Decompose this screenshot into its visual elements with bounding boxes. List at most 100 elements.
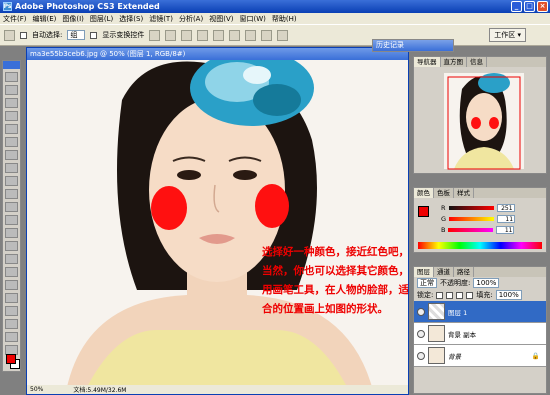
brush-tool-icon[interactable] <box>5 163 18 173</box>
workspace-button[interactable]: 工作区 ▾ <box>489 28 526 42</box>
opacity-label: 不透明度: <box>440 279 471 287</box>
window-title: Adobe Photoshop CS3 Extended <box>15 2 160 11</box>
tab-histogram[interactable]: 直方图 <box>441 57 467 67</box>
move-tool-icon[interactable] <box>4 29 15 41</box>
eyedropper-tool-icon[interactable] <box>5 319 18 329</box>
layer-name: 背景 <box>448 352 461 361</box>
distribute-middle-icon[interactable] <box>261 29 273 41</box>
clone-stamp-tool-icon[interactable] <box>5 176 18 186</box>
align-bottom-icon[interactable] <box>181 29 193 41</box>
hand-tool-icon[interactable] <box>5 332 18 342</box>
photoshop-logo-icon: Ps <box>3 2 12 11</box>
tab-paths[interactable]: 路径 <box>454 267 474 277</box>
window-controls: _ □ × <box>511 1 548 12</box>
move-tool-icon[interactable] <box>5 72 18 82</box>
type-tool-icon[interactable] <box>5 267 18 277</box>
green-value[interactable]: 11 <box>497 214 516 223</box>
align-middle-icon[interactable] <box>165 29 177 41</box>
blend-mode-dropdown[interactable]: 正常 <box>417 278 437 288</box>
menu-analysis[interactable]: 分析(A) <box>179 14 203 24</box>
lasso-tool-icon[interactable] <box>5 98 18 108</box>
opacity-input[interactable]: 100% <box>473 278 500 288</box>
menu-view[interactable]: 视图(V) <box>209 14 233 24</box>
healing-brush-tool-icon[interactable] <box>5 150 18 160</box>
history-brush-tool-icon[interactable] <box>5 189 18 199</box>
color-foreground-swatch[interactable] <box>418 206 429 217</box>
eye-icon[interactable] <box>417 307 425 316</box>
show-transform-checkbox[interactable] <box>90 31 98 39</box>
blur-tool-icon[interactable] <box>5 228 18 238</box>
menu-window[interactable]: 窗口(W) <box>239 14 265 24</box>
tab-navigator[interactable]: 导航器 <box>414 57 441 67</box>
lock-position-icon[interactable] <box>456 291 464 299</box>
lock-all-icon[interactable] <box>466 291 474 299</box>
auto-select-dropdown[interactable]: 组 <box>67 30 86 40</box>
canvas[interactable]: 选择好一种颜色，接近红色吧，当然，你也可以选择其它颜色，用画笔工具，在人物的脸部… <box>27 60 408 387</box>
document-title: ma3e55b3ceb6.jpg @ 50% (图层 1, RGB/8#) <box>30 50 186 58</box>
maximize-button[interactable]: □ <box>524 1 535 12</box>
menu-layer[interactable]: 图层(L) <box>90 14 113 24</box>
color-spectrum-bar[interactable] <box>418 242 542 249</box>
document-info[interactable]: 文档:5.49M/32.6M <box>73 385 126 394</box>
marquee-tool-icon[interactable] <box>5 85 18 95</box>
tab-color[interactable]: 颜色 <box>414 188 434 198</box>
red-slider[interactable] <box>448 205 494 210</box>
menu-bar: 文件(F) 编辑(E) 图像(I) 图层(L) 选择(S) 滤镜(T) 分析(A… <box>0 13 550 24</box>
tab-styles[interactable]: 样式 <box>454 188 474 198</box>
tab-layers[interactable]: 图层 <box>414 267 434 277</box>
green-slider[interactable] <box>449 216 495 221</box>
align-right-icon[interactable] <box>229 29 241 41</box>
align-left-icon[interactable] <box>197 29 209 41</box>
lock-icon: 🔒 <box>531 351 540 360</box>
eye-icon[interactable] <box>417 329 425 338</box>
history-panel: 历史记录 <box>372 39 454 52</box>
auto-select-checkbox[interactable] <box>20 31 27 39</box>
align-top-icon[interactable] <box>149 29 161 41</box>
toolbox-header[interactable] <box>3 61 20 69</box>
history-panel-title[interactable]: 历史记录 <box>373 40 453 51</box>
menu-edit[interactable]: 编辑(E) <box>33 14 57 24</box>
menu-help[interactable]: 帮助(H) <box>272 14 297 24</box>
close-button[interactable]: × <box>537 1 548 12</box>
foreground-color-swatch[interactable] <box>6 354 16 364</box>
blue-value[interactable]: 11 <box>496 225 515 234</box>
red-value[interactable]: 251 <box>496 203 515 212</box>
navigator-preview[interactable] <box>414 67 546 173</box>
lock-transparency-icon[interactable] <box>436 291 444 299</box>
tab-swatches[interactable]: 色板 <box>434 188 454 198</box>
zoom-level[interactable]: 50% <box>30 386 43 393</box>
menu-filter[interactable]: 滤镜(T) <box>149 14 173 24</box>
crop-tool-icon[interactable] <box>5 124 18 134</box>
align-center-icon[interactable] <box>213 29 225 41</box>
path-selection-tool-icon[interactable] <box>5 280 18 290</box>
eye-icon[interactable] <box>417 351 425 360</box>
gradient-tool-icon[interactable] <box>5 215 18 225</box>
dodge-tool-icon[interactable] <box>5 241 18 251</box>
layer-row-background-copy[interactable]: 背景 副本 <box>414 323 546 345</box>
tab-channels[interactable]: 通道 <box>434 267 454 277</box>
magic-wand-tool-icon[interactable] <box>5 111 18 121</box>
lock-pixels-icon[interactable] <box>446 291 454 299</box>
fill-input[interactable]: 100% <box>495 290 522 300</box>
slice-tool-icon[interactable] <box>5 137 18 147</box>
blue-slider[interactable] <box>448 227 494 232</box>
toolbox <box>2 60 21 372</box>
pen-tool-icon[interactable] <box>5 254 18 264</box>
menu-file[interactable]: 文件(F) <box>3 14 27 24</box>
distribute-top-icon[interactable] <box>245 29 257 41</box>
shape-tool-icon[interactable] <box>5 293 18 303</box>
document-title-bar[interactable]: ma3e55b3ceb6.jpg @ 50% (图层 1, RGB/8#) <box>27 48 408 60</box>
minimize-button[interactable]: _ <box>511 1 522 12</box>
layer-row-background[interactable]: 背景 🔒 <box>414 345 546 367</box>
document-status-bar: 50% 文档:5.49M/32.6M <box>27 385 408 394</box>
layer-thumbnail <box>428 303 445 320</box>
red-channel-row: R 251 <box>438 202 515 213</box>
menu-select[interactable]: 选择(S) <box>119 14 143 24</box>
tab-info[interactable]: 信息 <box>467 57 487 67</box>
layer-row-layer1[interactable]: 图层 1 <box>414 301 546 323</box>
eraser-tool-icon[interactable] <box>5 202 18 212</box>
menu-image[interactable]: 图像(I) <box>62 14 84 24</box>
distribute-bottom-icon[interactable] <box>277 29 289 41</box>
notes-tool-icon[interactable] <box>5 306 18 316</box>
options-bar: 自动选择: 组 显示变换控件 工作区 ▾ <box>0 24 550 46</box>
